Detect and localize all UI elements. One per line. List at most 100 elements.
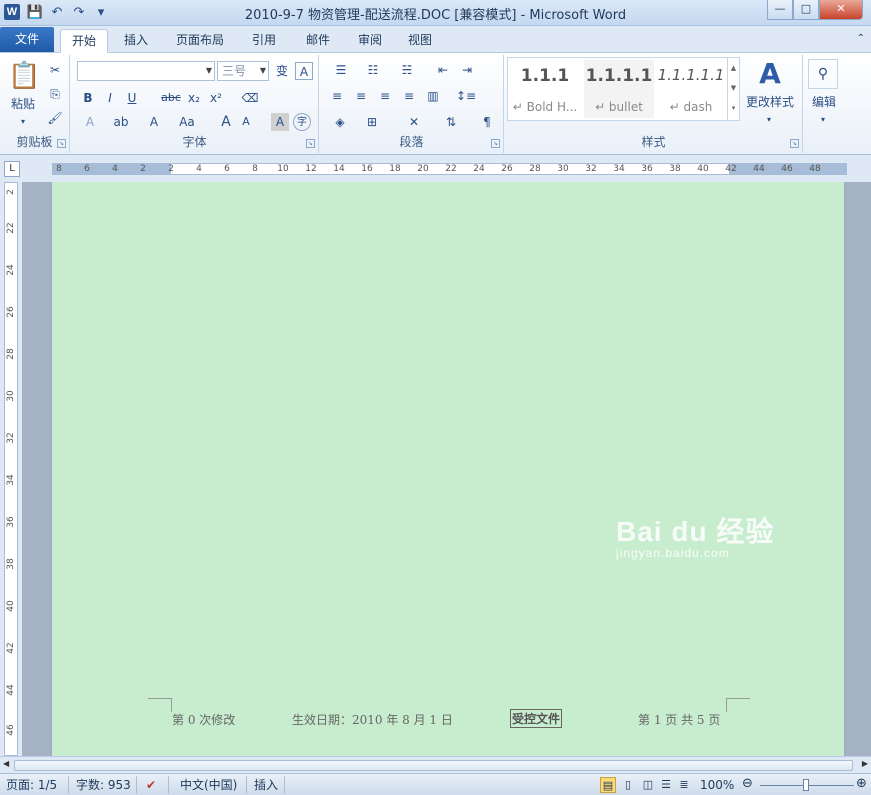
- phonetic-guide-button[interactable]: 变: [273, 62, 291, 80]
- collapse-ribbon-icon[interactable]: ⌃: [857, 33, 865, 44]
- ruler-number: 46: [781, 164, 793, 174]
- align-center-icon[interactable]: ≡: [352, 87, 370, 105]
- style-bold-heading[interactable]: 1.1.1 ↵ Bold H...: [510, 60, 580, 118]
- shrink-font-button[interactable]: A: [237, 113, 255, 131]
- borders-icon[interactable]: ⊞: [360, 113, 384, 131]
- zoom-out-icon[interactable]: ⊖: [742, 776, 753, 792]
- binoculars-icon[interactable]: ⚲: [808, 59, 838, 89]
- ruler-number: 28: [6, 348, 16, 360]
- change-styles-icon[interactable]: A: [752, 57, 788, 91]
- chevron-down-icon[interactable]: ▾: [814, 111, 832, 129]
- copy-icon[interactable]: ⎘: [46, 85, 64, 103]
- tab-mailings[interactable]: 邮件: [296, 29, 340, 53]
- maximize-button[interactable]: □: [793, 0, 819, 20]
- tab-insert[interactable]: 插入: [114, 29, 158, 53]
- ruler-number: 6: [84, 164, 90, 174]
- increase-indent-icon[interactable]: ⇥: [458, 61, 476, 79]
- scroll-right-icon[interactable]: ▶: [862, 759, 868, 768]
- cut-icon[interactable]: ✂: [46, 61, 64, 79]
- strikethrough-button[interactable]: abc: [159, 89, 183, 107]
- footer-controlled: 受控文件: [510, 709, 563, 728]
- subscript-button[interactable]: x₂: [185, 89, 203, 107]
- align-right-icon[interactable]: ≡: [376, 87, 394, 105]
- ruler-number: 20: [417, 164, 429, 174]
- paragraph-launcher-icon[interactable]: ↘: [491, 139, 500, 148]
- align-left-icon[interactable]: ≡: [328, 87, 346, 105]
- tab-view[interactable]: 视图: [398, 29, 442, 53]
- char-border-button[interactable]: A: [295, 62, 313, 80]
- minimize-button[interactable]: —: [767, 0, 793, 20]
- draft-view-icon[interactable]: ≣: [676, 777, 692, 793]
- status-insert-mode[interactable]: 插入: [254, 777, 278, 793]
- font-size-select[interactable]: 三号 ▼: [217, 61, 269, 81]
- numbering-icon[interactable]: ☷: [360, 61, 386, 79]
- vertical-ruler[interactable]: 2 22 24 26 28 30 32 34 36 38 40 42 44 46: [4, 182, 18, 756]
- status-separator: [284, 776, 285, 794]
- zoom-level[interactable]: 100%: [700, 777, 734, 793]
- zoom-slider-thumb[interactable]: [803, 779, 809, 791]
- shading-icon[interactable]: ◈: [328, 113, 352, 131]
- bold-button[interactable]: B: [79, 89, 97, 107]
- tab-home[interactable]: 开始: [60, 29, 108, 53]
- font-color-icon[interactable]: A: [145, 113, 163, 131]
- gallery-scroll[interactable]: ▲ ▼ ▾: [727, 58, 739, 120]
- ruler-number: 44: [753, 164, 765, 174]
- status-language[interactable]: 中文(中国): [180, 777, 237, 793]
- status-word-count[interactable]: 字数: 953: [76, 777, 131, 793]
- zoom-in-icon[interactable]: ⊕: [856, 776, 867, 792]
- sort-icon[interactable]: ⇅: [442, 113, 460, 131]
- font-name-select[interactable]: ▼: [77, 61, 215, 81]
- styles-launcher-icon[interactable]: ↘: [790, 139, 799, 148]
- chinese-layout-icon[interactable]: ✕: [402, 113, 426, 131]
- horizontal-ruler[interactable]: 8 6 4 2 2 4 6 8 10 12 14 16 18 20 22 24 26 28 30 32 34 36 38 40…: [52, 163, 847, 175]
- bullets-icon[interactable]: ☰: [328, 61, 354, 79]
- grow-font-button[interactable]: A: [217, 113, 235, 131]
- tab-file[interactable]: 文件: [0, 27, 54, 52]
- ruler-number: 2: [6, 189, 16, 195]
- justify-icon[interactable]: ≡: [400, 87, 418, 105]
- scroll-thumb[interactable]: [14, 760, 853, 771]
- paste-icon[interactable]: 📋: [8, 59, 40, 93]
- title-bar: W 💾 ↶ ↷ ▾ 2010-9-7 物资管理-配送流程.DOC [兼容模式] …: [0, 0, 871, 26]
- tab-review[interactable]: 审阅: [348, 29, 392, 53]
- editing-button[interactable]: 编辑: [806, 93, 842, 111]
- proofing-icon[interactable]: ✔: [146, 777, 156, 793]
- footer-effective-date: 生效日期：2010 年 8 月 1 日: [292, 713, 453, 727]
- enclose-char-button[interactable]: 字: [293, 113, 311, 131]
- tab-page-layout[interactable]: 页面布局: [168, 29, 232, 53]
- format-painter-icon[interactable]: 🖌: [46, 109, 64, 127]
- underline-button[interactable]: U: [123, 89, 141, 107]
- line-spacing-icon[interactable]: ↕≡: [454, 87, 478, 105]
- print-layout-view-icon[interactable]: ▤: [600, 777, 616, 793]
- tab-references[interactable]: 引用: [242, 29, 286, 53]
- close-button[interactable]: ✕: [819, 0, 863, 20]
- multilevel-list-icon[interactable]: ☵: [394, 61, 420, 79]
- ruler-number: 10: [277, 164, 289, 174]
- decrease-indent-icon[interactable]: ⇤: [434, 61, 452, 79]
- chevron-down-icon[interactable]: ▾: [760, 111, 778, 129]
- outline-view-icon[interactable]: ☰: [658, 777, 674, 793]
- full-screen-reading-icon[interactable]: ▯: [620, 777, 636, 793]
- show-marks-icon[interactable]: ¶: [478, 113, 496, 131]
- tab-selector-icon[interactable]: L: [4, 161, 20, 177]
- font-launcher-icon[interactable]: ↘: [306, 139, 315, 148]
- change-case-button[interactable]: Aa: [175, 113, 199, 131]
- style-bullet[interactable]: 1.1.1.1 ↵ bullet: [584, 60, 654, 118]
- highlight-icon[interactable]: ab: [109, 113, 133, 131]
- scroll-left-icon[interactable]: ◀: [3, 759, 9, 768]
- distributed-icon[interactable]: ▥: [424, 87, 442, 105]
- italic-button[interactable]: I: [101, 89, 119, 107]
- horizontal-scrollbar[interactable]: ◀ ▶: [0, 756, 871, 773]
- clear-format-icon[interactable]: ⌫: [241, 89, 259, 107]
- paste-dropdown-icon[interactable]: ▾: [14, 113, 32, 131]
- char-shading-button[interactable]: A: [271, 113, 289, 131]
- text-effects-icon[interactable]: A: [79, 113, 101, 131]
- paste-button[interactable]: 粘贴: [6, 95, 40, 113]
- status-page[interactable]: 页面: 1/5: [6, 777, 57, 793]
- web-layout-icon[interactable]: ◫: [640, 777, 656, 793]
- document-page[interactable]: 第 0 次修改 生效日期：2010 年 8 月 1 日 受控文件 第 1 页 共…: [51, 182, 845, 756]
- superscript-button[interactable]: x²: [207, 89, 225, 107]
- clipboard-launcher-icon[interactable]: ↘: [57, 139, 66, 148]
- change-styles-button[interactable]: 更改样式: [742, 93, 798, 111]
- style-dash[interactable]: 1.1.1.1.1 ↵ dash: [656, 60, 726, 118]
